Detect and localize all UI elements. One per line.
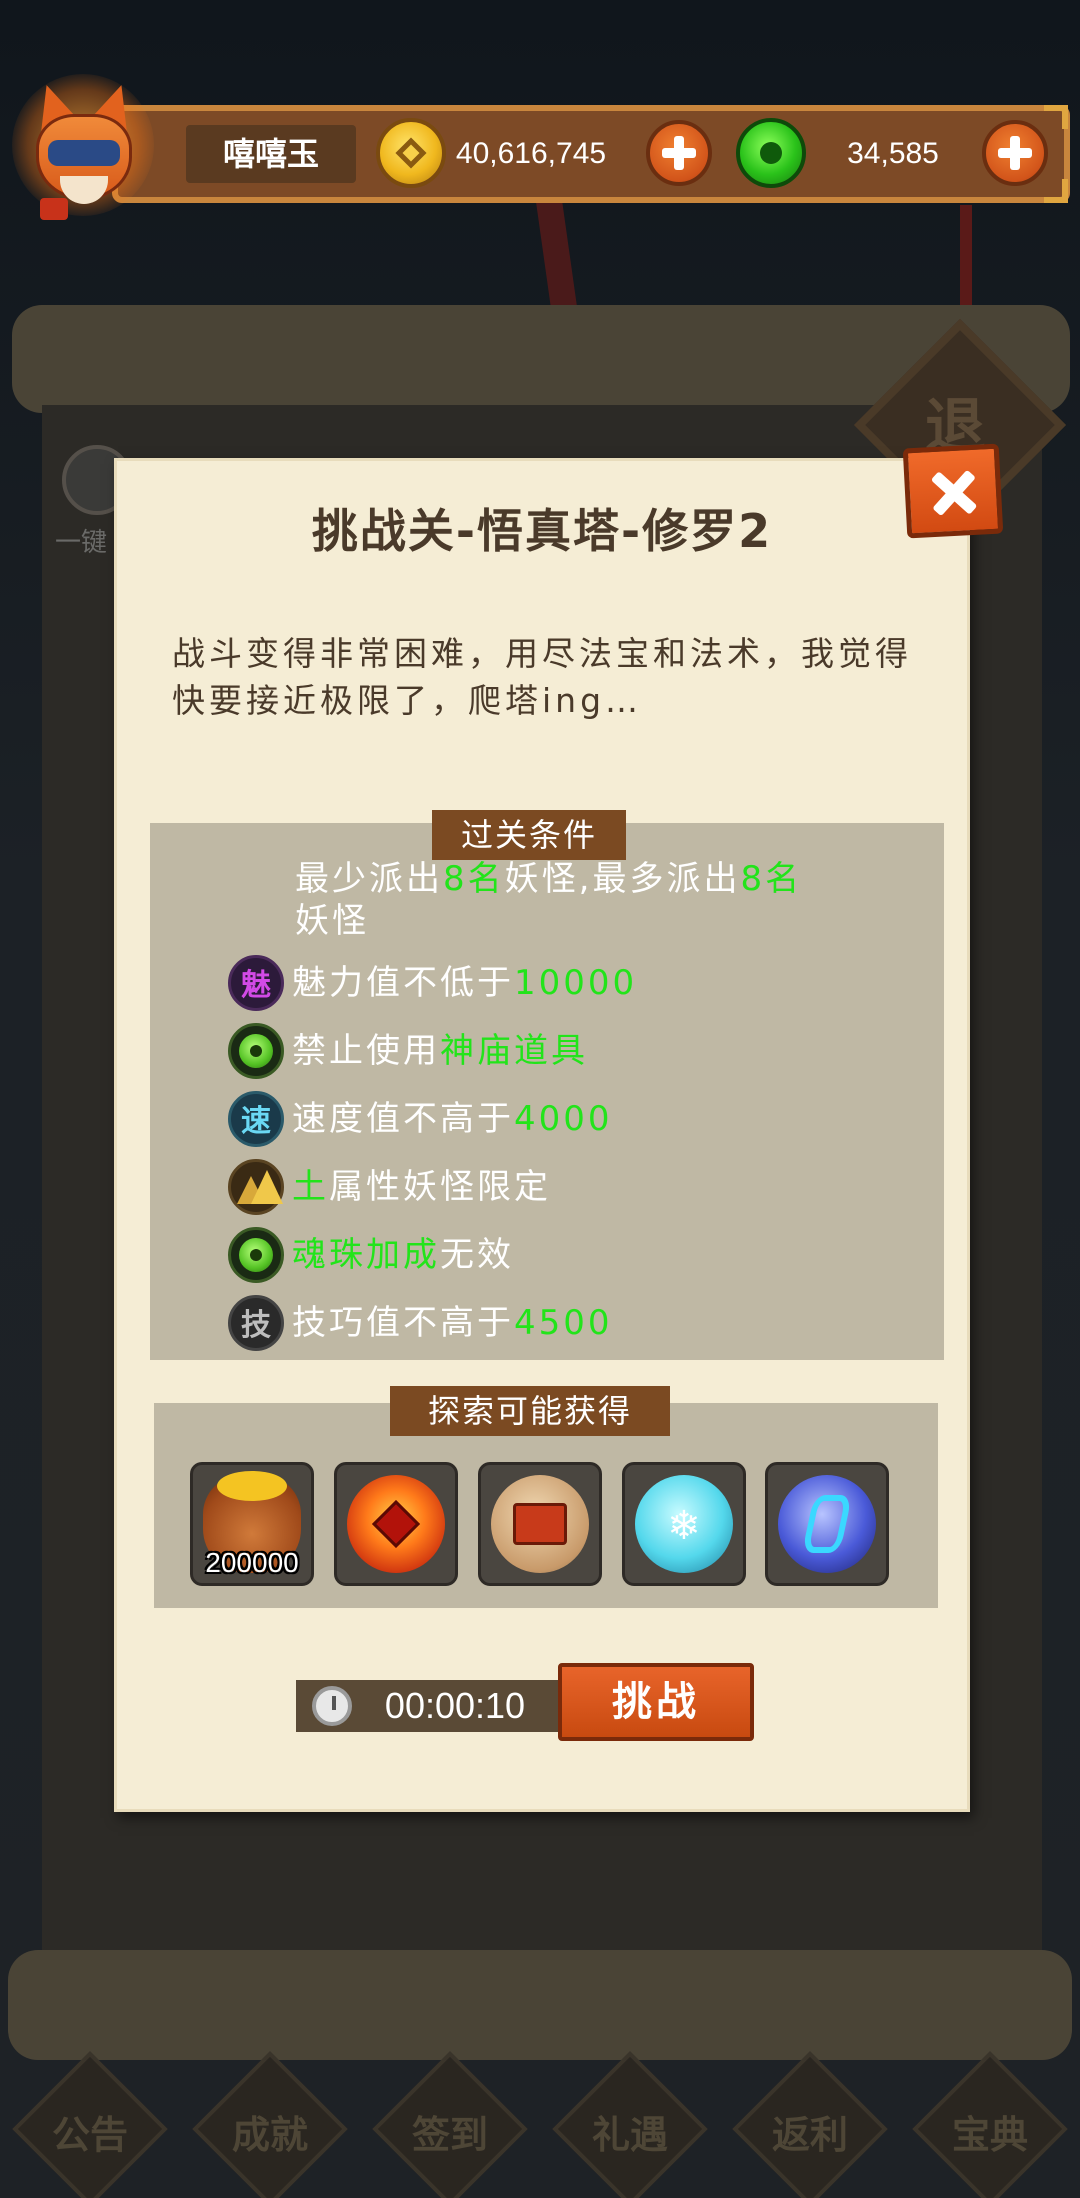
nav-signin-button[interactable]: 签到: [370, 2051, 530, 2198]
player-name: 嘻嘻玉: [186, 125, 356, 183]
nav-achievement-button[interactable]: 成就: [190, 2051, 350, 2198]
condition-row: 魅 魅力值不低于10000: [228, 953, 928, 1013]
reward-item[interactable]: [765, 1462, 889, 1586]
condition-text: 禁止使用: [292, 1031, 440, 1071]
player-avatar[interactable]: [12, 74, 154, 220]
condition-value: 神庙道具: [440, 1031, 588, 1071]
condition-row: 魂珠加成无效: [228, 1225, 928, 1285]
gold-count: 40,616,745: [455, 137, 607, 170]
reward-item[interactable]: [478, 1462, 602, 1586]
charm-icon: 魅: [228, 955, 284, 1011]
condition-text: 属性妖怪限定: [329, 1167, 551, 1207]
corner-ornament: [1044, 179, 1068, 203]
background-quick-label: 一键: [55, 528, 108, 558]
condition-value: 4500: [514, 1303, 613, 1343]
resource-bar: 嘻嘻玉 40,616,745 34,585: [112, 105, 1070, 203]
challenge-button[interactable]: 挑战: [558, 1663, 754, 1741]
deploy-min: 8名: [443, 859, 505, 899]
deploy-text: 妖怪: [295, 901, 369, 941]
nav-label: 宝典: [951, 2113, 1028, 2157]
bottom-nav: 公告 成就 签到 礼遇 返利 宝典: [0, 2051, 1080, 2198]
nav-label: 签到: [411, 2113, 488, 2157]
condition-text: 无效: [440, 1235, 514, 1275]
nav-announcement-button[interactable]: 公告: [10, 2051, 170, 2198]
condition-value: 魂珠加成: [292, 1235, 440, 1275]
fire-orb-icon: [347, 1475, 445, 1573]
condition-row: 技 技巧值不高于4500: [228, 1293, 928, 1353]
speed-icon: 速: [228, 1091, 284, 1147]
deploy-max: 8名: [740, 859, 803, 899]
ice-orb-icon: ❄: [635, 1475, 733, 1573]
soul-bead-icon: [228, 1227, 284, 1283]
dialog-description: 战斗变得非常困难，用尽法宝和法术，我觉得快要接近极限了，爬塔ing…: [172, 634, 912, 720]
soul-bead-icon: [228, 1023, 284, 1079]
condition-value: 4000: [514, 1099, 613, 1139]
conditions-label: 过关条件: [432, 810, 626, 860]
nav-guide-button[interactable]: 宝典: [910, 2051, 1070, 2198]
condition-row: 速 速度值不高于4000: [228, 1089, 928, 1149]
deploy-text: 妖怪,最多派出: [504, 859, 741, 899]
jade-count: 34,585: [847, 137, 939, 170]
timer-value: 00:00:10: [384, 1685, 526, 1726]
rewards-label: 探索可能获得: [390, 1386, 670, 1436]
condition-value: 10000: [514, 963, 638, 1003]
deploy-condition: 最少派出8名妖怪,最多派出8名妖怪: [295, 858, 835, 942]
condition-text: 速度值不高于: [292, 1099, 514, 1139]
skill-icon: 技: [228, 1295, 284, 1351]
dialog-title: 挑战关-悟真塔-修罗2: [311, 504, 773, 558]
stone-tablet-orb-icon: [491, 1475, 589, 1573]
reward-item[interactable]: [334, 1462, 458, 1586]
nav-gift-button[interactable]: 礼遇: [550, 2051, 710, 2198]
condition-row: 禁止使用神庙道具: [228, 1021, 928, 1081]
reward-item[interactable]: ❄: [622, 1462, 746, 1586]
countdown-timer: 00:00:10: [296, 1680, 558, 1732]
nav-rebate-button[interactable]: 返利: [730, 2051, 890, 2198]
add-gold-button[interactable]: [646, 120, 712, 186]
nav-label: 返利: [771, 2113, 848, 2157]
stopwatch-icon: [312, 1686, 352, 1726]
condition-text: 技巧值不高于: [292, 1303, 514, 1343]
jade-icon: [736, 118, 806, 188]
reward-quantity: 200000: [205, 1547, 299, 1578]
earth-element-icon: [228, 1159, 284, 1215]
corner-ornament: [1044, 105, 1068, 129]
nav-label: 公告: [51, 2113, 128, 2157]
background-scroll-bottom: [8, 1950, 1072, 2060]
condition-row: 土属性妖怪限定: [228, 1157, 928, 1217]
nav-label: 成就: [231, 2113, 308, 2157]
reward-item[interactable]: 200000: [190, 1462, 314, 1586]
add-jade-button[interactable]: [982, 120, 1048, 186]
condition-value: 土: [292, 1167, 329, 1207]
blue-crystal-orb-icon: [778, 1475, 876, 1573]
deploy-text: 最少派出: [295, 859, 443, 899]
nav-label: 礼遇: [591, 2113, 668, 2157]
condition-text: 魅力值不低于: [292, 963, 514, 1003]
